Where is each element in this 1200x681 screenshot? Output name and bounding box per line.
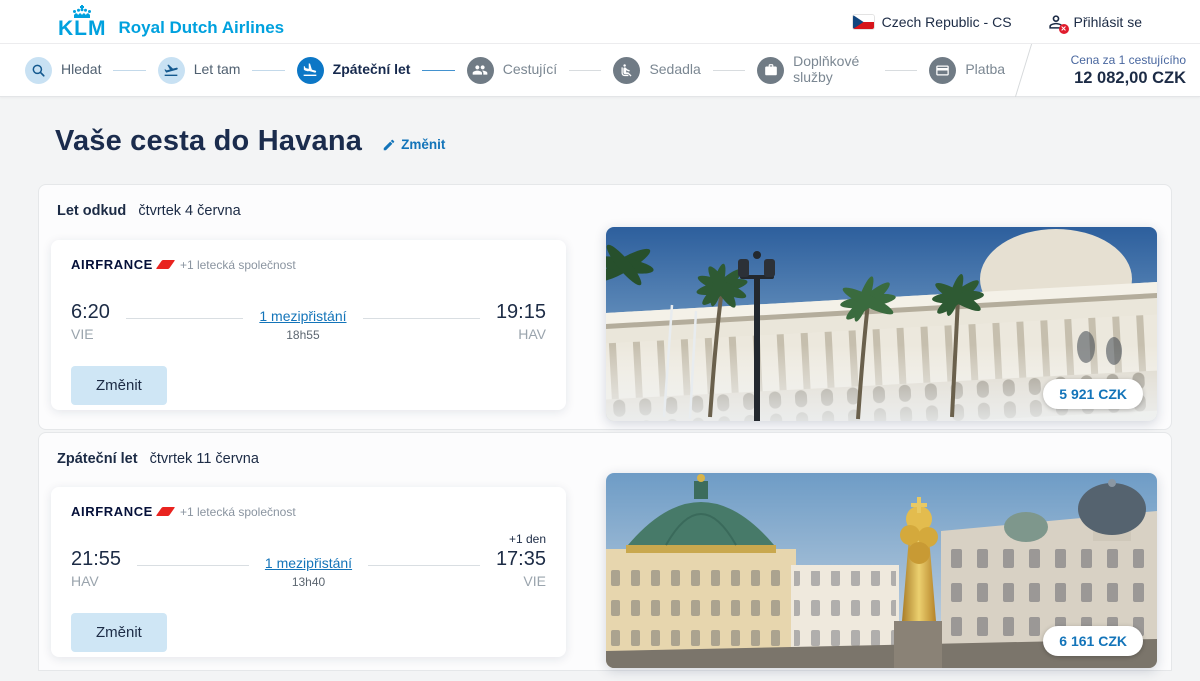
airfrance-logo: AIRFRANCE — [71, 504, 153, 519]
locale-selector[interactable]: Czech Republic - CS — [853, 14, 1012, 30]
credit-card-icon — [929, 57, 956, 84]
plane-takeoff-icon — [158, 57, 185, 84]
arrival-airport-code: HAV — [518, 325, 546, 344]
plane-landing-icon — [297, 57, 324, 84]
step-search[interactable]: Hledat — [25, 57, 101, 84]
airfrance-logo: AIRFRANCE — [71, 257, 153, 272]
klm-logo: KLM — [58, 5, 107, 39]
step-passengers[interactable]: Cestující — [467, 57, 557, 84]
step-connector — [885, 70, 917, 71]
booking-stepper: Hledat Let tam Zpáteční let Cestující — [0, 44, 1200, 97]
airfrance-slash-icon — [156, 260, 175, 269]
change-flight-button[interactable]: Změnit — [71, 366, 167, 405]
klm-crown-icon — [67, 5, 97, 18]
stops-link[interactable]: 1 mezipřistání — [265, 553, 352, 573]
flight-price-badge: 5 921 CZK — [1043, 379, 1143, 409]
stops-link[interactable]: 1 mezipřistání — [259, 306, 346, 326]
brand-name: Royal Dutch Airlines — [119, 18, 285, 39]
arrival-airport-code: VIE — [523, 572, 546, 591]
step-label: Platba — [965, 62, 1005, 78]
codeshare-note: +1 letecká společnost — [180, 258, 296, 272]
flight-card: AIRFRANCE +1 letecká společnost 21:55 HA… — [51, 487, 566, 657]
journey-date: čtvrtek 4 června — [138, 203, 240, 219]
locale-label: Czech Republic - CS — [882, 14, 1012, 30]
flight-segment-line — [363, 318, 480, 319]
journey-title: Let odkud — [57, 203, 126, 219]
change-flight-button[interactable]: Změnit — [71, 613, 167, 652]
step-connector — [422, 70, 454, 71]
seat-icon — [613, 57, 640, 84]
flight-segment-line — [126, 318, 243, 319]
vienna-photo: 6 161 CZK — [606, 473, 1157, 668]
departure-time: 6:20 — [71, 300, 110, 324]
havana-photo: 5 921 CZK — [606, 227, 1157, 421]
passengers-icon — [467, 57, 494, 84]
step-label: Zpáteční let — [333, 62, 411, 78]
arrival-day-note: +1 den — [509, 532, 546, 547]
login-label: Přihlásit se — [1074, 14, 1142, 30]
step-connector — [713, 70, 745, 71]
step-connector — [569, 70, 601, 71]
journey-date: čtvrtek 11 června — [150, 451, 259, 467]
pencil-icon — [382, 138, 396, 152]
flight-segment-line — [137, 565, 249, 566]
departure-airport-code: HAV — [71, 572, 121, 591]
step-label: Cestující — [503, 62, 557, 78]
page-title: Vaše cesta do Havana — [55, 125, 362, 158]
airfrance-slash-icon — [156, 507, 175, 516]
departure-airport-code: VIE — [71, 325, 110, 344]
flight-duration: 18h55 — [286, 326, 319, 344]
flight-card: AIRFRANCE +1 letecká společnost 6:20 VIE… — [51, 240, 566, 410]
step-label: Sedadla — [649, 62, 700, 78]
price-summary-label: Cena za 1 cestujícího — [1071, 53, 1186, 67]
step-label: Hledat — [61, 62, 101, 78]
price-summary: Cena za 1 cestujícího 12 082,00 CZK — [1042, 44, 1200, 97]
flight-segment-line — [368, 565, 480, 566]
step-extras[interactable]: Doplňkové služby — [757, 54, 873, 85]
arrival-time: 19:15 — [496, 300, 546, 324]
step-outbound[interactable]: Let tam — [158, 57, 241, 84]
journey-card-return: Zpáteční let čtvrtek 11 června AIRFRANCE… — [38, 432, 1172, 671]
journey-card-outbound: Let odkud čtvrtek 4 června AIRFRANCE +1 … — [38, 184, 1172, 430]
step-label: Let tam — [194, 62, 241, 78]
step-label: Doplňkové služby — [793, 54, 873, 85]
price-summary-value: 12 082,00 CZK — [1074, 69, 1186, 88]
flight-duration: 13h40 — [292, 573, 325, 591]
edit-journey-link[interactable]: Změnit — [382, 137, 445, 152]
journey-title: Zpáteční let — [57, 451, 138, 467]
step-return-flight[interactable]: Zpáteční let — [297, 57, 411, 84]
departure-time: 21:55 — [71, 547, 121, 571]
codeshare-note: +1 letecká společnost — [180, 505, 296, 519]
journey-header: Zpáteční let čtvrtek 11 června — [57, 451, 1155, 467]
login-status-badge-icon: ✕ — [1059, 24, 1069, 34]
main-content: Vaše cesta do Havana Změnit Let odkud čt… — [0, 97, 1200, 671]
step-payment[interactable]: Platba — [929, 57, 1005, 84]
czech-flag-icon — [853, 15, 874, 29]
stepper-diagonal-divider — [1015, 44, 1032, 97]
arrival-time: 17:35 — [496, 547, 546, 571]
step-connector — [252, 70, 284, 71]
user-icon: ✕ — [1046, 12, 1066, 32]
edit-journey-label: Změnit — [401, 137, 445, 152]
step-connector — [113, 70, 145, 71]
login-button[interactable]: ✕ Přihlásit se — [1046, 12, 1142, 32]
baggage-icon — [757, 57, 784, 84]
step-seats[interactable]: Sedadla — [613, 57, 700, 84]
journey-header: Let odkud čtvrtek 4 června — [57, 203, 1155, 219]
search-icon — [25, 57, 52, 84]
klm-logo-text: KLM — [58, 18, 107, 39]
flight-price-badge: 6 161 CZK — [1043, 626, 1143, 656]
brand[interactable]: KLM Royal Dutch Airlines — [58, 5, 284, 39]
top-bar: KLM Royal Dutch Airlines Czech Republic … — [0, 0, 1200, 44]
